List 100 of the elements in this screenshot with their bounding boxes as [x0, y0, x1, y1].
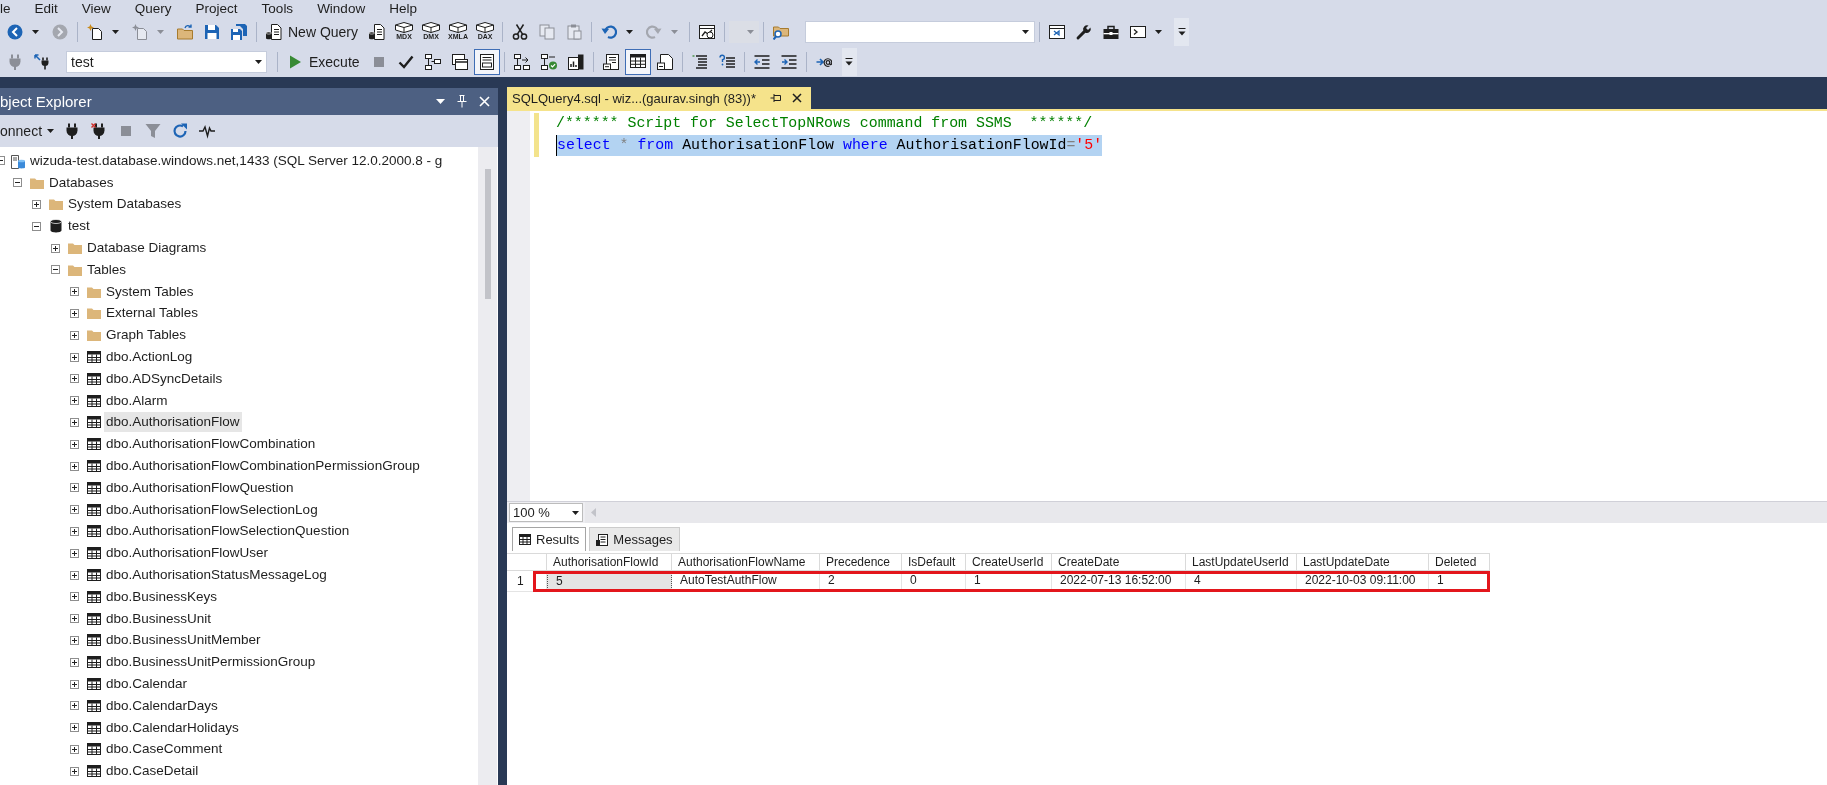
caret-icon[interactable]	[436, 99, 445, 104]
expand-icon[interactable]	[70, 396, 79, 406]
scrollbar-thumb[interactable]	[484, 169, 491, 299]
tree-item[interactable]: dbo.CaseComment	[104, 739, 225, 760]
column-header[interactable]: Precedence	[820, 554, 902, 571]
expand-icon[interactable]	[70, 330, 79, 340]
tree-item[interactable]: Graph Tables	[104, 325, 189, 346]
zoom-combo[interactable]: 100 %	[509, 503, 583, 522]
folder-icon	[30, 176, 44, 189]
tree-item[interactable]: System Databases	[66, 194, 184, 215]
tree-item[interactable]: External Tables	[104, 303, 201, 324]
expand-icon[interactable]	[51, 243, 60, 253]
funnel-icon	[145, 123, 162, 139]
tree-item[interactable]: dbo.AuthorisationFlowCombination	[104, 434, 318, 455]
tree-item[interactable]: Databases	[47, 172, 116, 193]
close-icon[interactable]	[791, 93, 802, 103]
menu-item[interactable]: Query	[134, 1, 172, 16]
pin-icon[interactable]	[769, 93, 782, 103]
expand-icon[interactable]	[70, 592, 79, 602]
database-combo[interactable]: test	[66, 51, 267, 73]
expand-icon[interactable]	[70, 766, 79, 776]
collapse-icon[interactable]	[0, 156, 5, 166]
column-header[interactable]: CreateUserId	[966, 554, 1052, 571]
collapse-icon[interactable]	[51, 265, 60, 275]
expand-icon[interactable]	[70, 461, 79, 471]
expand-icon[interactable]	[70, 723, 79, 733]
expand-icon[interactable]	[70, 657, 79, 667]
column-header[interactable]: AuthorisationFlowId	[547, 554, 672, 571]
table-icon	[87, 351, 101, 364]
tree-item[interactable]: dbo.CalendarDays	[104, 695, 220, 716]
caret-icon	[626, 29, 634, 34]
column-header[interactable]: IsDefault	[902, 554, 966, 571]
expand-icon[interactable]	[70, 701, 79, 711]
column-header[interactable]: CreateDate	[1052, 554, 1186, 571]
tree-item[interactable]: dbo.ActionLog	[104, 347, 195, 368]
tree-item[interactable]: test	[66, 216, 92, 237]
expand-icon[interactable]	[70, 635, 79, 645]
tree-item[interactable]: Database Diagrams	[85, 238, 209, 259]
expand-icon[interactable]	[70, 439, 79, 449]
expand-icon[interactable]	[70, 614, 79, 624]
tree-item[interactable]: dbo.CaseDetail	[104, 761, 201, 782]
tree-item[interactable]: dbo.BusinessKeys	[104, 586, 220, 607]
tree-item[interactable]: wizuda-test.database.windows.net,1433 (SQL Server 12.0.2000.8 - g	[28, 150, 445, 171]
result-pane-tab[interactable]: Messages	[589, 527, 680, 551]
tree-item[interactable]: System Tables	[104, 281, 196, 302]
tree-item[interactable]: dbo.AuthorisationFlow	[104, 412, 242, 433]
execute-button[interactable]: Execute	[282, 49, 365, 75]
menu-item[interactable]: Edit	[34, 1, 58, 16]
table-icon	[87, 372, 101, 385]
menu-item[interactable]: le	[0, 1, 11, 16]
menu-item[interactable]: Help	[389, 1, 417, 16]
tree-item[interactable]: dbo.AuthorisationFlowSelectionQuestion	[104, 521, 352, 542]
column-header[interactable]: AuthorisationFlowName	[672, 554, 820, 571]
tree-item[interactable]: dbo.ADSyncDetails	[104, 368, 225, 389]
folder-icon	[68, 242, 82, 255]
expand-icon[interactable]	[70, 744, 79, 754]
menu-item[interactable]: Project	[195, 1, 238, 16]
expand-icon[interactable]	[32, 200, 41, 209]
menu-item[interactable]: Window	[317, 1, 366, 16]
tree-item[interactable]: dbo.AuthorisationFlowSelectionLog	[104, 499, 320, 520]
checkmark-icon	[397, 54, 414, 70]
intellisense-toggle[interactable]	[473, 49, 500, 75]
expand-icon[interactable]	[70, 417, 79, 427]
result-pane-tab[interactable]: Results	[512, 527, 587, 551]
expand-icon[interactable]	[70, 505, 79, 515]
column-header[interactable]: LastUpdateDate	[1297, 554, 1429, 571]
menu-item[interactable]: View	[81, 1, 111, 16]
column-header[interactable]: Deleted	[1429, 554, 1490, 571]
tree-item[interactable]: dbo.BusinessUnitMember	[104, 630, 263, 651]
tree-item[interactable]: dbo.AuthorisationFlowQuestion	[104, 477, 296, 498]
expand-icon[interactable]	[70, 548, 79, 558]
expand-icon[interactable]	[70, 374, 79, 384]
tree-item[interactable]: dbo.AuthorisationFlowCombinationPermissionGroup	[104, 456, 422, 477]
table-icon	[87, 765, 101, 778]
toolbar-options-button[interactable]	[1174, 17, 1190, 46]
expand-icon[interactable]	[70, 483, 79, 493]
collapse-icon[interactable]	[32, 221, 41, 231]
expand-icon[interactable]	[70, 287, 79, 297]
window-icon	[1049, 23, 1066, 40]
results-to-grid-toggle[interactable]	[624, 49, 651, 75]
expand-icon[interactable]	[70, 526, 79, 536]
tree-item[interactable]: dbo.Alarm	[104, 390, 170, 411]
toolbar-options-button[interactable]	[841, 48, 857, 76]
tree-item[interactable]: dbo.BusinessUnit	[104, 608, 214, 629]
expand-icon[interactable]	[70, 570, 79, 580]
collapse-icon[interactable]	[13, 178, 22, 188]
tree-item[interactable]: dbo.Calendar	[104, 674, 190, 694]
document-tab[interactable]: SQLQuery4.sql - wiz...(gaurav.singh (83))*	[507, 87, 811, 109]
tree-item[interactable]: dbo.AuthorisationFlowUser	[104, 543, 271, 564]
tree-item[interactable]: dbo.BusinessUnitPermissionGroup	[104, 652, 318, 673]
expand-icon[interactable]	[70, 352, 79, 362]
new-query-button[interactable]: New Query	[261, 18, 364, 45]
tree-item[interactable]: dbo.CalendarHolidays	[104, 717, 241, 738]
tree-item[interactable]: dbo.AuthorisationStatusMessageLog	[104, 565, 329, 586]
column-header[interactable]: LastUpdateUserId	[1186, 554, 1297, 571]
connect-dropdown-button[interactable]: onnect	[0, 119, 59, 143]
tree-item[interactable]: Tables	[85, 259, 129, 280]
menu-item[interactable]: Tools	[261, 1, 294, 16]
expand-icon[interactable]	[70, 308, 79, 318]
expand-icon[interactable]	[70, 679, 79, 689]
